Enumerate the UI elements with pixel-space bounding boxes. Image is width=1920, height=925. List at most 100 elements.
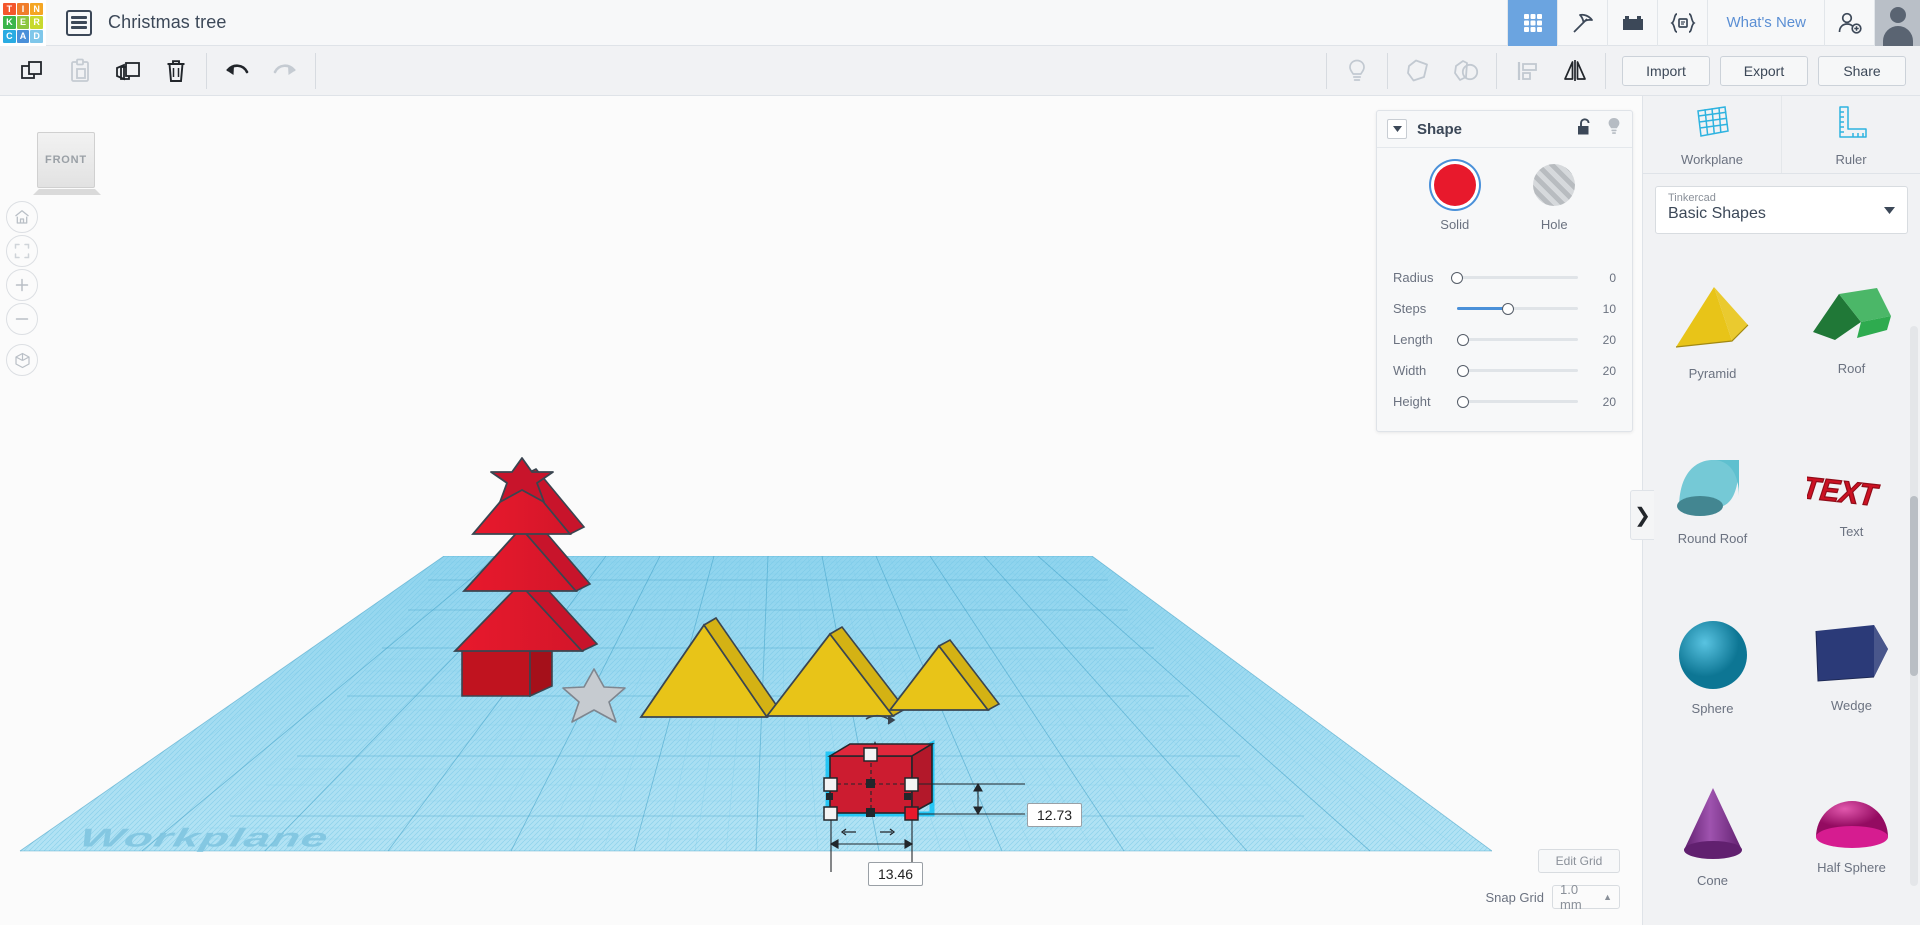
library-name-label: Basic Shapes [1668,205,1766,222]
lightbulb-icon[interactable] [1333,46,1381,96]
half-sphere-icon [1812,797,1892,856]
shape-item-paraboloid[interactable]: Paraboloid [1782,920,1920,925]
sidebar-scrollbar-thumb[interactable] [1910,496,1918,676]
slider-label: Radius [1393,270,1434,285]
shape-item-wedge[interactable]: Wedge [1782,582,1920,751]
slider-value[interactable]: 10 [1586,302,1616,316]
avatar[interactable] [1874,0,1920,46]
export-button[interactable]: Export [1720,55,1808,86]
slider-track[interactable] [1457,333,1578,346]
slider-knob[interactable] [1501,302,1514,315]
solid-swatch-icon [1433,164,1476,206]
align-icon[interactable] [1503,46,1551,96]
dimension-depth-label[interactable]: 12.73 [1027,803,1083,827]
snap-grid-control: Snap Grid 1.0 mm ▲ [1485,882,1620,912]
workplane-scene[interactable] [14,556,1492,866]
sidebar-tools: Workplane Ruler [1643,96,1920,174]
panel-collapse-button[interactable]: ❯ [1630,490,1654,540]
slider-knob[interactable] [1451,271,1463,284]
slider-value[interactable]: 20 [1586,364,1616,378]
shape-item-sphere[interactable]: Sphere [1643,582,1782,751]
roof-icon [1809,282,1895,357]
fit-view-icon[interactable] [6,235,38,267]
mirror-icon[interactable] [1551,46,1599,96]
tinkercad-logo[interactable]: TIN KER CAD [0,0,46,46]
zoom-in-icon[interactable] [6,269,38,301]
zoom-out-icon[interactable] [6,303,38,335]
unlock-icon[interactable] [1576,117,1592,141]
toolbar-divider-6 [1605,52,1606,89]
duplicate-button[interactable] [104,46,152,96]
slider-knob[interactable] [1457,333,1470,346]
shape-library-grid[interactable]: Pyramid Roof Round Roof TEXT Text Sphere Wedge… [1643,244,1920,925]
slider-knob[interactable] [1457,364,1470,377]
shape-mode-hole[interactable]: Hole [1533,164,1576,232]
slider-track[interactable] [1451,271,1578,284]
import-button[interactable]: Import [1622,55,1710,86]
chevron-up-icon: ▲ [1603,892,1612,902]
shape-tool-icon[interactable] [1394,46,1442,96]
shape-sliders: Radius 0 Steps 10 Length 20 Width 20 Height 20 [1377,262,1632,417]
sidebar-item-ruler[interactable]: Ruler [1781,96,1920,173]
brick-icon[interactable] [1607,0,1657,46]
slider-fill [1457,307,1508,310]
shape-item-text[interactable]: TEXT Text [1782,413,1920,582]
redo-button[interactable] [261,46,309,96]
sidebar-item-label: Ruler [1835,151,1867,167]
top-bar-right: What's New [1507,0,1920,46]
group-shapes-icon[interactable] [1442,46,1490,96]
shape-mode-solid[interactable]: Solid [1433,164,1476,232]
edit-grid-button[interactable]: Edit Grid [1538,849,1620,873]
shape-panel-actions [1576,117,1622,141]
slider-knob[interactable] [1457,395,1470,408]
paste-button[interactable] [56,46,104,96]
shape-properties-panel: Shape Solid Hole Radius 0 Steps 10 Lengt… [1376,110,1633,432]
shape-item-cone[interactable]: Cone [1643,751,1782,920]
shape-item-pyramid[interactable]: Pyramid [1643,244,1782,413]
slider-label: Width [1393,363,1427,378]
document-title[interactable]: Christmas tree [108,12,226,33]
shape-item-polygon[interactable]: Polygon [1643,920,1782,925]
slider-track[interactable] [1457,364,1578,377]
pickaxe-icon[interactable] [1557,0,1607,46]
ortho-perspective-icon[interactable] [6,344,38,376]
slider-radius: Radius 0 [1393,262,1616,293]
shape-item-round-roof[interactable]: Round Roof [1643,413,1782,582]
sidebar-item-workplane[interactable]: Workplane [1643,96,1781,173]
solid-hole-selector: Solid Hole [1377,164,1632,232]
shape-library-select[interactable]: Tinkercad Basic Shapes [1655,186,1908,234]
shape-panel-body: Solid Hole Radius 0 Steps 10 Length 20 Width 20 H… [1377,148,1632,431]
shape-item-half-sphere[interactable]: Half Sphere [1782,751,1920,920]
workplane-icon [1692,103,1732,146]
share-button[interactable]: Share [1818,55,1906,86]
shape-item-label: Text [1839,523,1864,539]
dimension-width-label[interactable]: 13.46 [868,862,924,886]
edit-toolbar-right: Import Export Share [1320,46,1920,96]
shape-mode-label: Solid [1440,217,1470,232]
home-icon[interactable] [6,201,38,233]
slider-value[interactable]: 20 [1586,395,1616,409]
edit-toolbar: Import Export Share [0,46,1920,96]
gallery-grid-icon[interactable] [1507,0,1558,46]
chevron-down-icon[interactable] [1387,119,1407,139]
slider-value[interactable]: 20 [1586,333,1616,347]
slider-value[interactable]: 0 [1586,271,1616,285]
slider-track[interactable] [1457,302,1578,315]
toolbar-divider [206,52,207,89]
toolbar-divider-3 [1326,52,1327,89]
library-group-label: Tinkercad [1668,192,1716,204]
slider-height: Height 20 [1393,386,1616,417]
delete-button[interactable] [152,46,200,96]
lightbulb-icon[interactable] [1606,117,1622,141]
shape-item-roof[interactable]: Roof [1782,244,1920,413]
undo-button[interactable] [213,46,261,96]
logo-tile: E [16,16,30,29]
person-add-icon[interactable] [1824,0,1874,46]
codeblocks-icon[interactable] [1657,0,1707,46]
whats-new-link[interactable]: What's New [1707,0,1824,46]
design-list-icon[interactable] [66,9,92,36]
slider-track[interactable] [1457,395,1578,408]
snap-grid-select[interactable]: 1.0 mm ▲ [1552,882,1620,912]
copy-button[interactable] [8,46,56,96]
view-cube[interactable]: FRONT [37,132,95,188]
